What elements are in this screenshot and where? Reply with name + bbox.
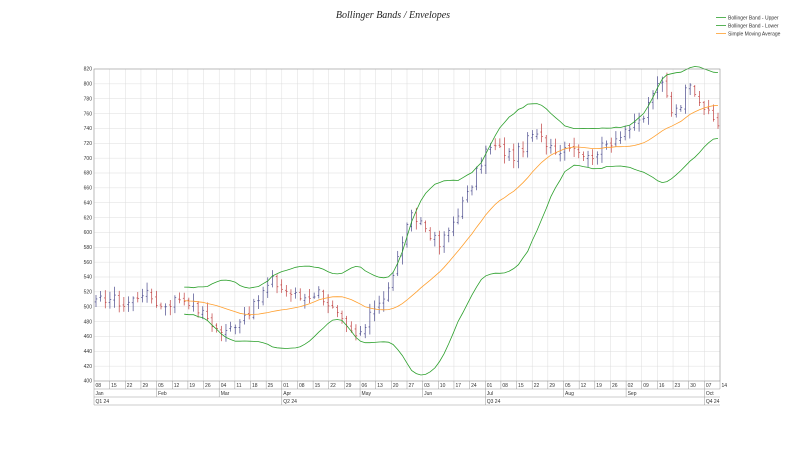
x-tick-label: 14: [722, 383, 728, 389]
x-tick-label: 06: [362, 383, 368, 389]
x-tick-label: 22: [127, 383, 133, 389]
y-tick-label: 620: [84, 215, 93, 221]
x-tick-label: 23: [675, 383, 681, 389]
x-tick-label: 02: [628, 383, 634, 389]
x-tick-label: 30: [690, 383, 696, 389]
month-label: Mar: [221, 391, 230, 397]
bollinger-upper-line: [184, 66, 719, 289]
x-tick-label: 15: [518, 383, 524, 389]
legend: Bollinger Band - Upper Bollinger Band - …: [716, 16, 781, 38]
x-tick-label: 20: [393, 383, 399, 389]
x-tick-label: 19: [596, 383, 602, 389]
y-tick-label: 600: [84, 230, 93, 236]
month-label: Aug: [565, 391, 574, 397]
y-tick-label: 420: [84, 364, 93, 370]
x-tick-label: 13: [377, 383, 383, 389]
month-label: Sep: [628, 391, 637, 397]
y-tick-label: 560: [84, 260, 93, 266]
x-tick-label: 18: [252, 383, 258, 389]
y-axis: 400 420 440 460 480 500 520 540 560 580 600 620 640 6…: [84, 67, 93, 385]
x-tick-label: 24: [471, 383, 477, 389]
y-tick-label: 500: [84, 304, 93, 310]
indicator-lines: [184, 66, 719, 376]
quarter-label: Q1 24: [96, 399, 110, 405]
y-tick-label: 640: [84, 200, 93, 206]
quarter-label: Q4 24: [706, 399, 720, 405]
x-tick-label: 25: [268, 383, 274, 389]
x-tick-label: 03: [424, 383, 430, 389]
x-tick-label: 17: [455, 383, 461, 389]
y-tick-label: 800: [84, 82, 93, 88]
x-tick-label: 22: [534, 383, 540, 389]
x-tick-label: 01: [487, 383, 493, 389]
y-tick-label: 720: [84, 141, 93, 147]
x-tick-label: 09: [643, 383, 649, 389]
x-tick-label: 29: [346, 383, 352, 389]
month-label: Feb: [158, 391, 167, 397]
x-tick-label: 05: [158, 383, 164, 389]
chart-window: Bollinger Bands / Envelopes Bollinger Ba…: [0, 0, 800, 450]
y-tick-label: 480: [84, 319, 93, 325]
x-tick-label: 29: [142, 383, 148, 389]
x-tick-label: 26: [205, 383, 211, 389]
y-tick-label: 780: [84, 96, 93, 102]
y-tick-label: 440: [84, 349, 93, 355]
legend-label-sma: Simple Moving Average: [728, 32, 781, 38]
y-tick-label: 820: [84, 67, 93, 73]
y-tick-label: 660: [84, 186, 93, 192]
y-tick-label: 460: [84, 334, 93, 340]
x-tick-label: 08: [502, 383, 508, 389]
x-tick-label: 10: [440, 383, 446, 389]
bollinger-lower-line: [184, 138, 719, 376]
x-tick-label: 15: [315, 383, 321, 389]
month-label: Oct: [706, 391, 714, 397]
month-label: Apr: [283, 391, 291, 397]
x-tick-label: 05: [565, 383, 571, 389]
y-tick-label: 400: [84, 379, 93, 385]
y-tick-label: 700: [84, 156, 93, 162]
x-tick-label: 08: [299, 383, 305, 389]
x-axis: 08 15 22 29 05 12 19 26 04 11 18 25 01 08 15 22 29 06 13 20…: [93, 381, 728, 406]
quarter-label: Q2 24: [283, 399, 297, 405]
month-label: Jul: [487, 391, 493, 397]
bollinger-chart: Bollinger Bands / Envelopes Bollinger Ba…: [84, 10, 781, 406]
x-tick-label: 01: [283, 383, 289, 389]
x-tick-label: 11: [236, 383, 241, 389]
x-tick-label: 12: [581, 383, 587, 389]
x-tick-label: 07: [706, 383, 712, 389]
x-tick-label: 22: [330, 383, 336, 389]
quarter-label: Q3 24: [487, 399, 501, 405]
y-tick-label: 540: [84, 275, 93, 281]
month-label: Jun: [424, 391, 432, 397]
x-tick-label: 27: [409, 383, 415, 389]
x-tick-label: 29: [549, 383, 555, 389]
legend-label-lower: Bollinger Band - Lower: [728, 24, 779, 30]
y-tick-label: 760: [84, 111, 93, 117]
y-tick-label: 680: [84, 171, 93, 177]
chart-title: Bollinger Bands / Envelopes: [336, 10, 450, 21]
x-tick-label: 26: [612, 383, 618, 389]
month-label: May: [362, 391, 372, 397]
y-tick-label: 520: [84, 290, 93, 296]
x-tick-label: 04: [221, 383, 227, 389]
x-tick-label: 16: [659, 383, 665, 389]
x-tick-label: 19: [189, 383, 195, 389]
y-tick-label: 580: [84, 245, 93, 251]
y-tick-label: 740: [84, 126, 93, 132]
x-tick-label: 15: [111, 383, 117, 389]
month-label: Jan: [96, 391, 104, 397]
x-tick-label: 12: [174, 383, 180, 389]
legend-label-upper: Bollinger Band - Upper: [728, 16, 779, 22]
x-tick-label: 08: [96, 383, 102, 389]
